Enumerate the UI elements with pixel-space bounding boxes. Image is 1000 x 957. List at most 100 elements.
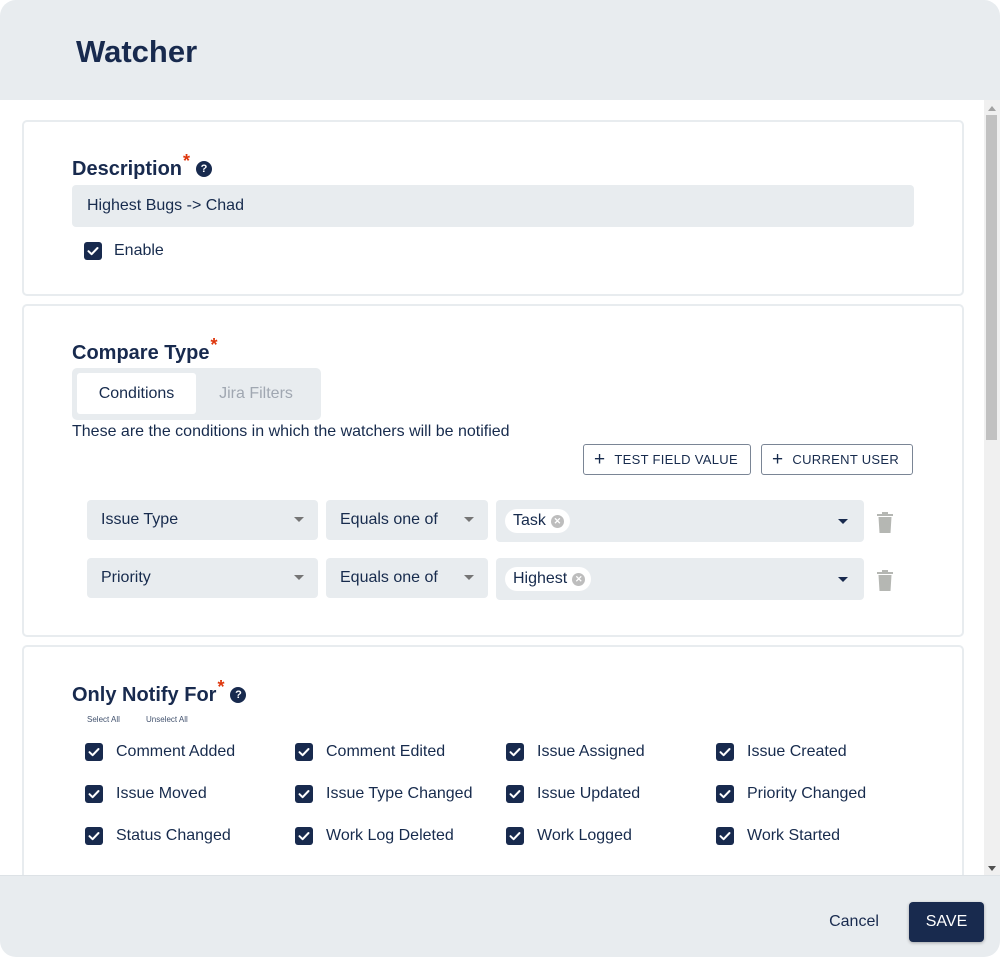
event-label: Issue Type Changed bbox=[326, 785, 473, 802]
event-checkbox[interactable] bbox=[295, 827, 313, 845]
chevron-down-icon bbox=[464, 575, 474, 580]
enable-checkbox-row[interactable]: Enable bbox=[84, 242, 164, 260]
event-checkbox-row[interactable]: Comment Edited bbox=[295, 743, 445, 761]
event-label: Work Logged bbox=[537, 827, 632, 844]
conditions-description: These are the conditions in which the wa… bbox=[72, 423, 510, 440]
event-checkbox-row[interactable]: Comment Added bbox=[85, 743, 235, 761]
unselect-all-link[interactable]: Unselect All bbox=[146, 715, 188, 724]
scroll-down-arrow-icon[interactable] bbox=[988, 866, 996, 871]
chevron-down-icon[interactable] bbox=[838, 577, 848, 582]
description-label-text: Description bbox=[72, 158, 183, 180]
chip-remove-icon[interactable]: ✕ bbox=[550, 514, 564, 528]
cancel-button[interactable]: Cancel bbox=[812, 902, 896, 942]
dialog-header: Watcher bbox=[0, 0, 1000, 100]
event-checkbox[interactable] bbox=[716, 743, 734, 761]
event-checkbox-row[interactable]: Issue Assigned bbox=[506, 743, 645, 761]
chevron-down-icon bbox=[294, 517, 304, 522]
event-label: Issue Created bbox=[747, 743, 847, 760]
dialog-title: Watcher bbox=[76, 34, 198, 69]
checkmark-icon bbox=[509, 748, 521, 757]
event-label: Status Changed bbox=[116, 827, 231, 844]
question-circle-icon[interactable]: ? bbox=[230, 687, 247, 703]
description-card: Description*? Enable bbox=[22, 120, 964, 296]
notify-label-text: Only Notify For bbox=[72, 684, 217, 706]
notify-card: Only Notify For*? Select All Unselect Al… bbox=[22, 645, 964, 875]
current-user-button[interactable]: + CURRENT USER bbox=[761, 444, 913, 475]
event-checkbox[interactable] bbox=[85, 785, 103, 803]
condition-field-select[interactable]: Issue Type bbox=[87, 500, 318, 540]
chevron-down-icon[interactable] bbox=[838, 519, 848, 524]
current-user-label: CURRENT USER bbox=[792, 452, 900, 467]
save-button[interactable]: SAVE bbox=[909, 902, 984, 942]
required-marker: * bbox=[210, 335, 218, 355]
condition-field-value: Issue Type bbox=[101, 511, 179, 528]
event-label: Priority Changed bbox=[747, 785, 867, 802]
test-field-value-button[interactable]: + TEST FIELD VALUE bbox=[583, 444, 751, 475]
tab-conditions[interactable]: Conditions bbox=[77, 373, 196, 414]
condition-operator-select[interactable]: Equals one of bbox=[326, 500, 488, 540]
event-checkbox[interactable] bbox=[85, 827, 103, 845]
checkmark-icon bbox=[719, 790, 731, 799]
checkmark-icon bbox=[87, 247, 99, 256]
checkmark-icon bbox=[88, 748, 100, 757]
notify-label: Only Notify For*? bbox=[72, 677, 247, 707]
value-chip: Highest ✕ bbox=[505, 567, 592, 591]
event-label: Work Started bbox=[747, 827, 841, 844]
trash-icon[interactable] bbox=[876, 512, 894, 534]
checkmark-icon bbox=[509, 832, 521, 841]
event-checkbox[interactable] bbox=[506, 827, 524, 845]
event-checkbox[interactable] bbox=[506, 785, 524, 803]
dialog-content: Description*? Enable Compare Type* Condi… bbox=[0, 100, 1000, 875]
checkmark-icon bbox=[298, 748, 310, 757]
event-checkbox-row[interactable]: Issue Type Changed bbox=[295, 785, 472, 803]
chip-remove-icon[interactable]: ✕ bbox=[572, 572, 586, 586]
event-checkbox-row[interactable]: Work Log Deleted bbox=[295, 827, 454, 845]
value-chip: Task ✕ bbox=[505, 509, 570, 533]
condition-operator-value: Equals one of bbox=[340, 511, 438, 528]
test-field-value-label: TEST FIELD VALUE bbox=[614, 452, 738, 467]
event-checkbox[interactable] bbox=[716, 785, 734, 803]
select-all-link[interactable]: Select All bbox=[87, 715, 120, 724]
condition-field-value: Priority bbox=[101, 569, 151, 586]
event-checkbox-row[interactable]: Status Changed bbox=[85, 827, 231, 845]
event-label: Issue Updated bbox=[537, 785, 641, 802]
scroll-up-arrow-icon[interactable] bbox=[988, 106, 996, 111]
event-label: Comment Edited bbox=[326, 743, 446, 760]
chevron-down-icon bbox=[294, 575, 304, 580]
checkmark-icon bbox=[88, 832, 100, 841]
event-label: Issue Assigned bbox=[537, 743, 645, 760]
description-input[interactable] bbox=[72, 185, 914, 227]
event-checkbox-row[interactable]: Issue Moved bbox=[85, 785, 207, 803]
event-checkbox-row[interactable]: Work Logged bbox=[506, 827, 632, 845]
event-checkbox-row[interactable]: Work Started bbox=[716, 827, 840, 845]
event-checkbox-row[interactable]: Issue Updated bbox=[506, 785, 640, 803]
condition-operator-select[interactable]: Equals one of bbox=[326, 558, 488, 598]
event-checkbox[interactable] bbox=[506, 743, 524, 761]
event-checkbox[interactable] bbox=[85, 743, 103, 761]
watcher-dialog: Watcher Description*? Enable Compare Typ… bbox=[0, 0, 1000, 957]
trash-icon[interactable] bbox=[876, 570, 894, 592]
tab-jira-filters[interactable]: Jira Filters bbox=[196, 373, 316, 414]
checkmark-icon bbox=[298, 832, 310, 841]
question-circle-icon[interactable]: ? bbox=[196, 161, 213, 177]
compare-type-toggle: Conditions Jira Filters bbox=[72, 368, 321, 420]
enable-checkbox[interactable] bbox=[84, 242, 102, 260]
event-checkbox-row[interactable]: Issue Created bbox=[716, 743, 847, 761]
required-marker: * bbox=[217, 677, 225, 697]
scrollbar-thumb[interactable] bbox=[986, 115, 997, 440]
checkmark-icon bbox=[719, 748, 731, 757]
value-chip-label: Task bbox=[513, 512, 546, 529]
event-label: Issue Moved bbox=[116, 785, 207, 802]
checkmark-icon bbox=[298, 790, 310, 799]
condition-values-select[interactable]: Task ✕ bbox=[496, 500, 864, 542]
description-label: Description*? bbox=[72, 151, 213, 181]
condition-values-select[interactable]: Highest ✕ bbox=[496, 558, 864, 600]
event-checkbox[interactable] bbox=[295, 743, 313, 761]
event-checkbox[interactable] bbox=[716, 827, 734, 845]
scrollbar[interactable] bbox=[984, 100, 1000, 875]
event-checkbox[interactable] bbox=[295, 785, 313, 803]
condition-field-select[interactable]: Priority bbox=[87, 558, 318, 598]
event-checkbox-row[interactable]: Priority Changed bbox=[716, 785, 866, 803]
checkmark-icon bbox=[719, 832, 731, 841]
compare-type-card: Compare Type* Conditions Jira Filters Th… bbox=[22, 304, 964, 637]
